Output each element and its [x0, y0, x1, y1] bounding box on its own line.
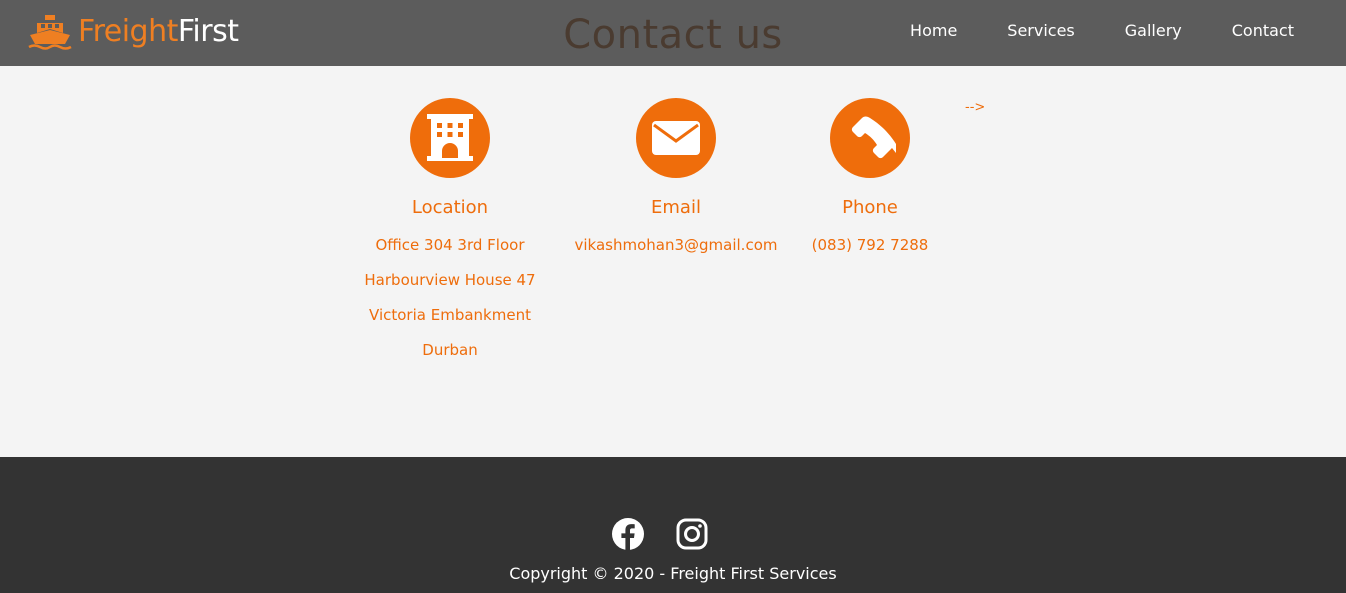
nav-link-home[interactable]: Home — [910, 20, 957, 42]
email-details: vikashmohan3@gmail.com — [565, 228, 787, 263]
location-icon-circle — [410, 98, 490, 178]
email-card: Email vikashmohan3@gmail.com — [565, 98, 787, 263]
location-card: Location Office 304 3rd Floor Harbourvie… — [344, 98, 556, 368]
phone-details: (083) 792 7288 — [800, 228, 940, 263]
instagram-link[interactable] — [675, 517, 709, 551]
address-line: Harbourview House 47 — [364, 271, 536, 289]
address-line: Office 304 3rd Floor — [375, 236, 525, 254]
building-icon — [427, 114, 473, 161]
phone-icon-circle — [830, 98, 910, 178]
address-line: Durban — [422, 341, 478, 359]
facebook-icon — [612, 518, 644, 550]
nav-link-contact[interactable]: Contact — [1232, 20, 1294, 42]
nav-link-gallery[interactable]: Gallery — [1125, 20, 1182, 42]
copyright-text: Copyright © 2020 - Freight First Service… — [509, 564, 837, 583]
facebook-link[interactable] — [611, 517, 645, 551]
nav-link-services[interactable]: Services — [1007, 20, 1074, 42]
location-address: Office 304 3rd Floor Harbourview House 4… — [344, 228, 556, 368]
social-links — [611, 517, 709, 551]
location-title: Location — [411, 197, 489, 218]
phone-card: Phone (083) 792 7288 — [800, 98, 940, 263]
email-icon-circle — [636, 98, 716, 178]
phone-title: Phone — [842, 197, 898, 218]
envelope-icon — [652, 121, 700, 155]
navbar: FreightFirst Contact us Home Services Ga… — [0, 0, 1346, 66]
phone-number[interactable]: (083) 792 7288 — [800, 228, 940, 263]
instagram-icon — [676, 518, 708, 550]
main-nav: Home Services Gallery Contact — [910, 20, 1294, 42]
email-link[interactable]: vikashmohan3@gmail.com — [565, 228, 787, 263]
email-title: Email — [651, 197, 701, 218]
footer: Copyright © 2020 - Freight First Service… — [0, 457, 1346, 593]
stray-comment-text: --> — [965, 100, 986, 115]
address-line: Victoria Embankment — [369, 306, 531, 324]
phone-icon — [851, 116, 896, 159]
